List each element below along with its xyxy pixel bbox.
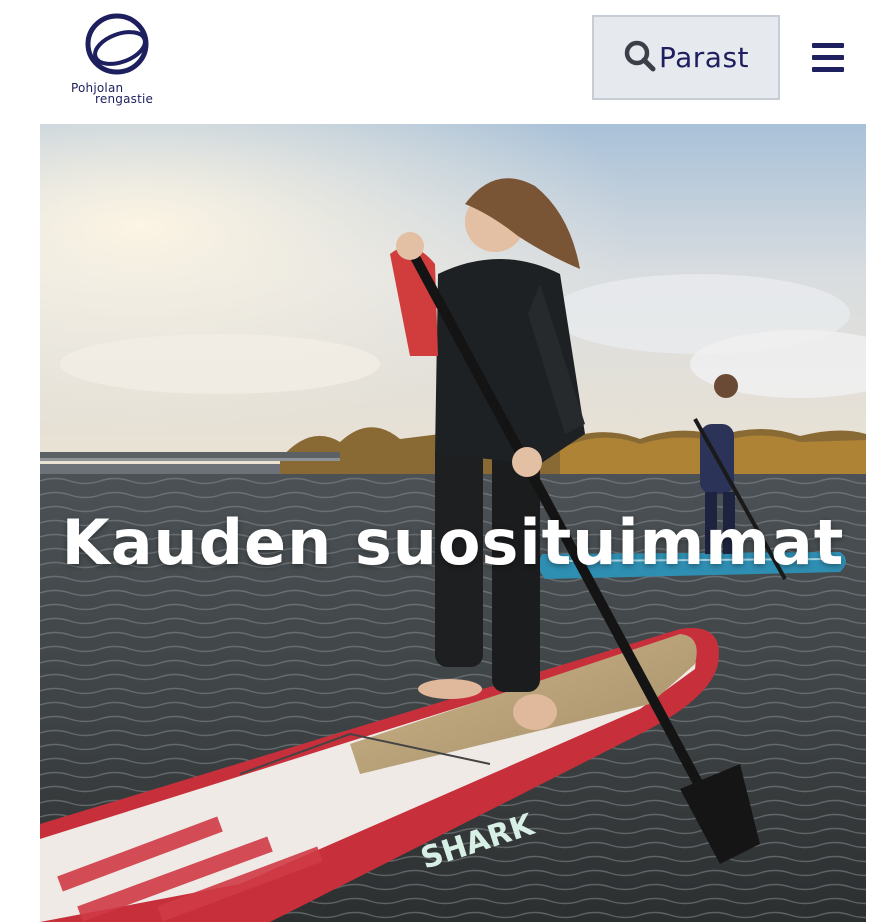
logo-text-line2: rengastie	[95, 92, 154, 106]
site-logo[interactable]: Pohjolan rengastie	[68, 8, 168, 112]
logo-icon	[85, 13, 149, 75]
hamburger-menu-icon	[812, 43, 844, 48]
hero-title: Kauden suosituimmat	[61, 505, 845, 579]
search-button[interactable]: Parast	[592, 15, 780, 100]
hero-banner[interactable]: SHARK Kauden suosituimmat	[40, 124, 866, 922]
hamburger-menu-icon-bar	[812, 67, 844, 72]
search-icon	[624, 40, 656, 71]
hamburger-menu-button[interactable]	[812, 43, 844, 73]
site-header: Pohjolan rengastie Parast	[0, 0, 892, 122]
hamburger-menu-icon-bar	[812, 55, 844, 60]
search-button-label: Parast	[658, 41, 750, 74]
